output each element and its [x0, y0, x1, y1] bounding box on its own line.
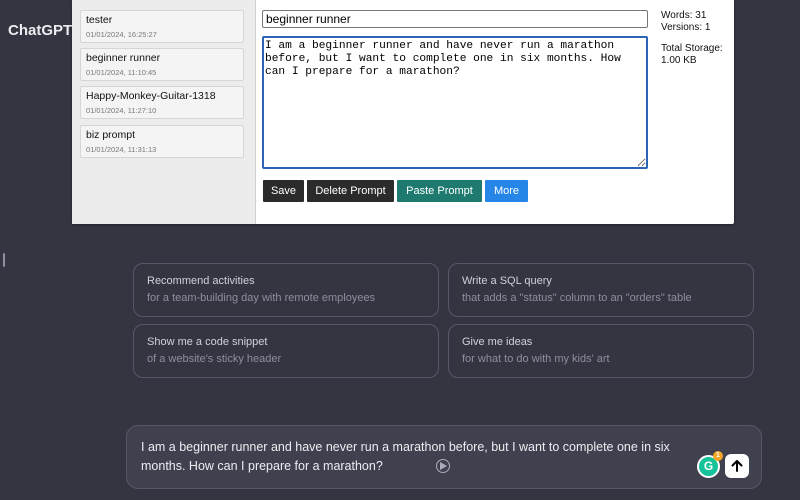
prompt-date: 01/01/2024, 11:10:45 [86, 68, 157, 77]
suggestion-title: Give me ideas [462, 336, 533, 348]
play-icon[interactable] [436, 459, 450, 473]
delete-prompt-button[interactable]: Delete Prompt [307, 180, 394, 202]
prompt-stats: Words: 31 Versions: 1 Total Storage: 1.0… [661, 10, 731, 67]
grammarly-count-badge: 1 [713, 451, 723, 461]
suggestion-title: Write a SQL query [462, 275, 552, 287]
prompt-body-textarea[interactable]: I am a beginner runner and have never ru… [262, 36, 648, 169]
suggestion-card[interactable]: Show me a code snippet of a website's st… [133, 324, 439, 378]
prompt-date: 01/01/2024, 16:25:27 [86, 30, 157, 39]
suggestion-title: Recommend activities [147, 275, 255, 287]
storage-value: 1.00 KB [661, 55, 697, 66]
prompt-date: 01/01/2024, 11:27:10 [86, 106, 157, 115]
storage-label: Total Storage: [661, 43, 723, 54]
word-count: Words: 31 [661, 10, 707, 21]
suggestion-subtitle: that adds a "status" column to an "order… [462, 292, 692, 304]
prompt-date: 01/01/2024, 11:31:13 [86, 145, 157, 154]
suggestion-subtitle: for a team-building day with remote empl… [147, 292, 376, 304]
more-button[interactable]: More [485, 180, 528, 202]
suggestion-card[interactable]: Write a SQL query that adds a "status" c… [448, 263, 754, 317]
prompt-list-item[interactable]: Happy-Monkey-Guitar-1318 01/01/2024, 11:… [80, 86, 244, 119]
suggestion-card[interactable]: Recommend activities for a team-building… [133, 263, 439, 317]
send-button[interactable] [725, 454, 749, 478]
suggestion-title: Show me a code snippet [147, 336, 268, 348]
prompt-list-item[interactable]: biz prompt 01/01/2024, 11:31:13 [80, 125, 244, 158]
prompt-name: tester [86, 14, 113, 26]
suggestion-subtitle: of a website's sticky header [147, 353, 282, 365]
prompt-name: beginner runner [86, 52, 161, 64]
prompt-list-item[interactable]: beginner runner 01/01/2024, 11:10:45 [80, 48, 244, 81]
suggestion-card[interactable]: Give me ideas for what to do with my kid… [448, 324, 754, 378]
save-button[interactable]: Save [263, 180, 304, 202]
prompt-title-input[interactable] [262, 10, 648, 28]
app-title: ChatGPT [8, 22, 73, 39]
paste-prompt-button[interactable]: Paste Prompt [397, 180, 482, 202]
prompt-list-item[interactable]: tester 01/01/2024, 16:25:27 [80, 10, 244, 43]
suggestion-subtitle: for what to do with my kids' art [462, 353, 610, 365]
sidebar-handle[interactable] [3, 253, 5, 267]
prompt-manager-panel: tester 01/01/2024, 16:25:27 beginner run… [72, 0, 734, 224]
message-composer[interactable]: I am a beginner runner and have never ru… [126, 425, 762, 489]
version-count: Versions: 1 [661, 22, 711, 33]
message-input[interactable]: I am a beginner runner and have never ru… [141, 438, 707, 476]
prompt-list: tester 01/01/2024, 16:25:27 beginner run… [72, 0, 256, 224]
prompt-name: biz prompt [86, 129, 136, 141]
prompt-name: Happy-Monkey-Guitar-1318 [86, 90, 216, 102]
